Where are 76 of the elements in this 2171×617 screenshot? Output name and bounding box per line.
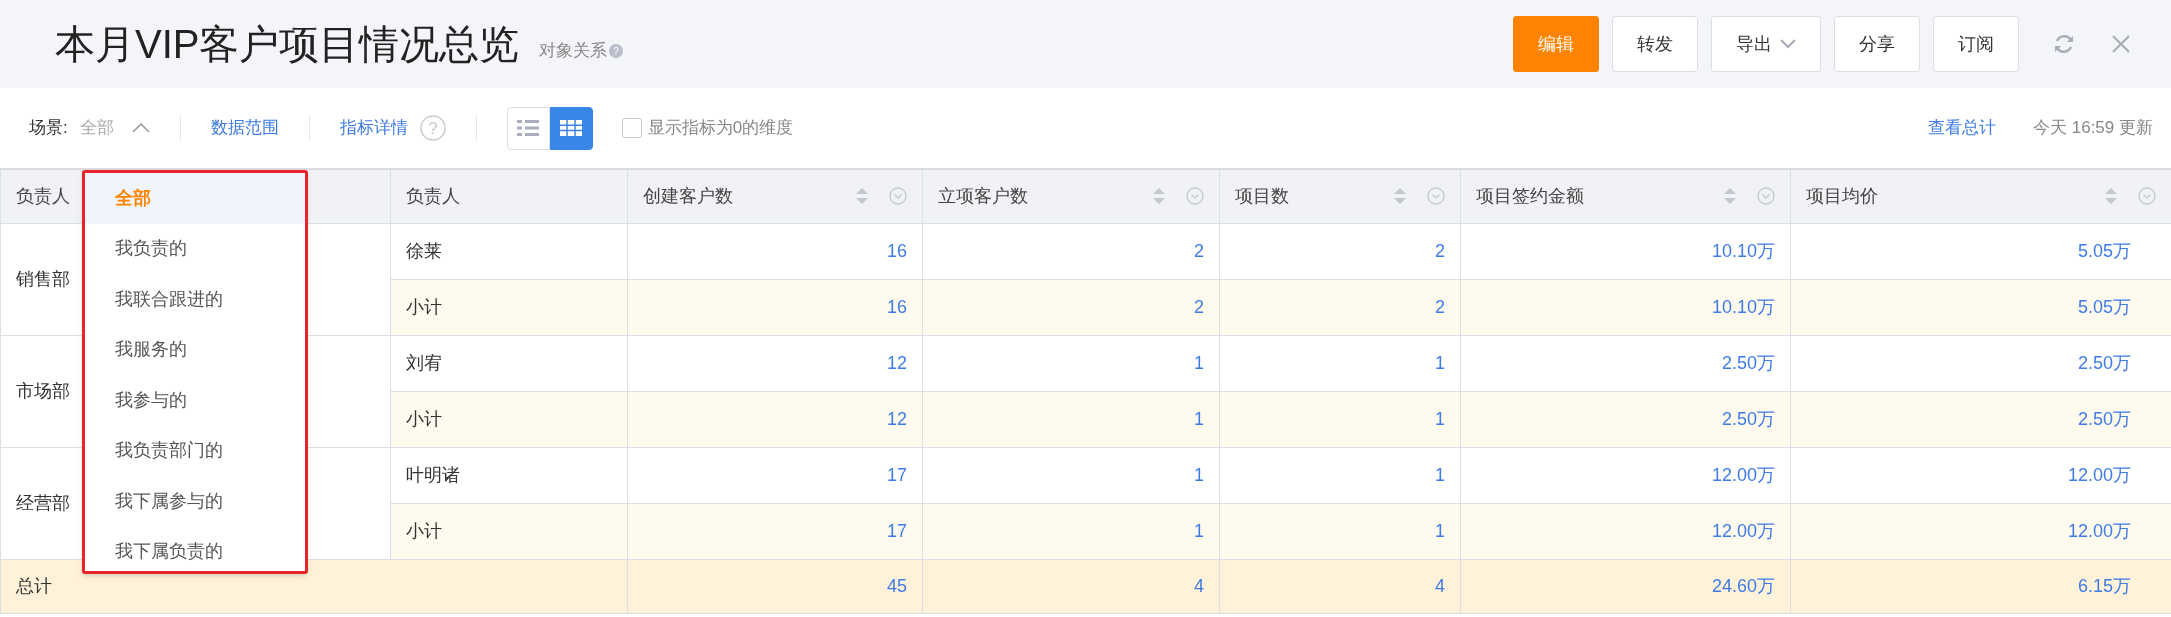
value-cell[interactable]: 2 <box>1219 279 1461 335</box>
toolbar-button[interactable]: 订阅 <box>1933 16 2019 72</box>
value-cell[interactable]: 17 <box>627 447 923 503</box>
value-cell[interactable]: 1 <box>1219 391 1461 447</box>
value-cell[interactable]: 4 <box>1219 559 1461 613</box>
relation-link[interactable]: 对象关系 <box>539 38 608 64</box>
caret-up-icon <box>131 123 150 133</box>
menu-item[interactable]: 我联合跟进的 <box>85 274 305 325</box>
filter-circle-icon[interactable] <box>1427 187 1445 206</box>
value-cell[interactable]: 2 <box>922 279 1220 335</box>
report-title: 本月VIP客户项目情况总览 <box>55 24 520 64</box>
sort-icon[interactable] <box>1152 187 1166 206</box>
value-cell[interactable]: 12 <box>627 335 923 391</box>
close-icon[interactable] <box>2111 34 2131 54</box>
menu-item[interactable]: 我负责的 <box>85 223 305 274</box>
filter-circle-icon[interactable] <box>1757 187 1775 206</box>
checkbox-label: 显示指标为0的维度 <box>647 117 794 140</box>
data-range-link[interactable]: 数据范围 <box>210 115 279 141</box>
filter-circle-icon[interactable] <box>2138 187 2156 206</box>
column-header[interactable]: 项目数 <box>1219 169 1461 223</box>
sort-icon[interactable] <box>1723 187 1737 206</box>
filter-circle-icon[interactable] <box>1186 187 1204 206</box>
person-cell: 徐莱 <box>390 223 628 279</box>
value-cell[interactable]: 1 <box>1219 503 1461 559</box>
person-cell: 叶明诸 <box>390 447 628 503</box>
column-header[interactable]: 立项客户数 <box>922 169 1220 223</box>
value-cell[interactable]: 12 <box>627 391 923 447</box>
value-cell[interactable]: 2 <box>922 223 1220 279</box>
list-grid-icon <box>517 120 540 136</box>
value-cell[interactable]: 1 <box>922 391 1220 447</box>
value-cell[interactable]: 12.00万 <box>1460 503 1791 559</box>
menu-item[interactable]: 我下属参与的 <box>85 476 305 527</box>
value-cell[interactable]: 24.60万 <box>1460 559 1791 613</box>
value-cell[interactable]: 1 <box>922 447 1220 503</box>
value-cell[interactable]: 1 <box>922 503 1220 559</box>
value-cell[interactable]: 2 <box>1219 223 1461 279</box>
sort-icon[interactable] <box>855 187 869 206</box>
refresh-icon[interactable] <box>2052 32 2076 56</box>
toolbar-button[interactable]: 导出 <box>1711 16 1821 72</box>
value-cell[interactable]: 2.50万 <box>1460 335 1791 391</box>
toolbar-button[interactable]: 分享 <box>1834 16 1920 72</box>
scene-label: 场景: <box>29 117 68 140</box>
value-cell[interactable]: 16 <box>627 223 923 279</box>
sort-icon[interactable] <box>1393 187 1407 206</box>
toolbar-button[interactable]: 编辑 <box>1513 16 1599 72</box>
zero-checkbox[interactable] <box>621 118 642 138</box>
subtotal-cell: 小计 <box>390 503 628 559</box>
toolbar-button[interactable]: 转发 <box>1612 16 1698 72</box>
value-cell[interactable]: 12.00万 <box>1460 447 1791 503</box>
value-cell[interactable]: 10.10万 <box>1460 279 1791 335</box>
table-view-button[interactable] <box>549 106 593 150</box>
value-cell[interactable]: 45 <box>627 559 923 613</box>
column-header: 负责人 <box>390 169 628 223</box>
value-cell[interactable]: 1 <box>1219 447 1461 503</box>
person-cell: 刘宥 <box>390 335 628 391</box>
menu-item[interactable]: 我参与的 <box>85 375 305 426</box>
metric-details-link[interactable]: 指标详情 <box>339 115 408 141</box>
table-grid-icon <box>560 120 583 136</box>
value-cell[interactable]: 2.50万 <box>1460 391 1791 447</box>
value-cell[interactable]: 10.10万 <box>1460 223 1791 279</box>
filter-circle-icon[interactable] <box>889 187 907 206</box>
sort-icon[interactable] <box>2104 187 2118 206</box>
subtotal-cell: 小计 <box>390 391 628 447</box>
value-cell[interactable]: 4 <box>922 559 1220 613</box>
update-time: 今天 16:59 更新 <box>2033 117 2153 140</box>
list-view-button[interactable] <box>506 106 550 150</box>
view-total-link[interactable]: 查看总计 <box>1928 115 1996 141</box>
value-cell[interactable]: 1 <box>1219 335 1461 391</box>
value-cell[interactable]: 1 <box>922 335 1220 391</box>
value-cell[interactable]: 16 <box>627 279 923 335</box>
value-cell[interactable]: 17 <box>627 503 923 559</box>
column-header[interactable]: 创建客户数 <box>627 169 923 223</box>
column-header[interactable]: 项目签约金额 <box>1460 169 1791 223</box>
subtotal-cell: 小计 <box>390 279 628 335</box>
scene-dropdown[interactable]: 全部 <box>79 115 150 141</box>
menu-item[interactable]: 全部 <box>85 173 305 224</box>
